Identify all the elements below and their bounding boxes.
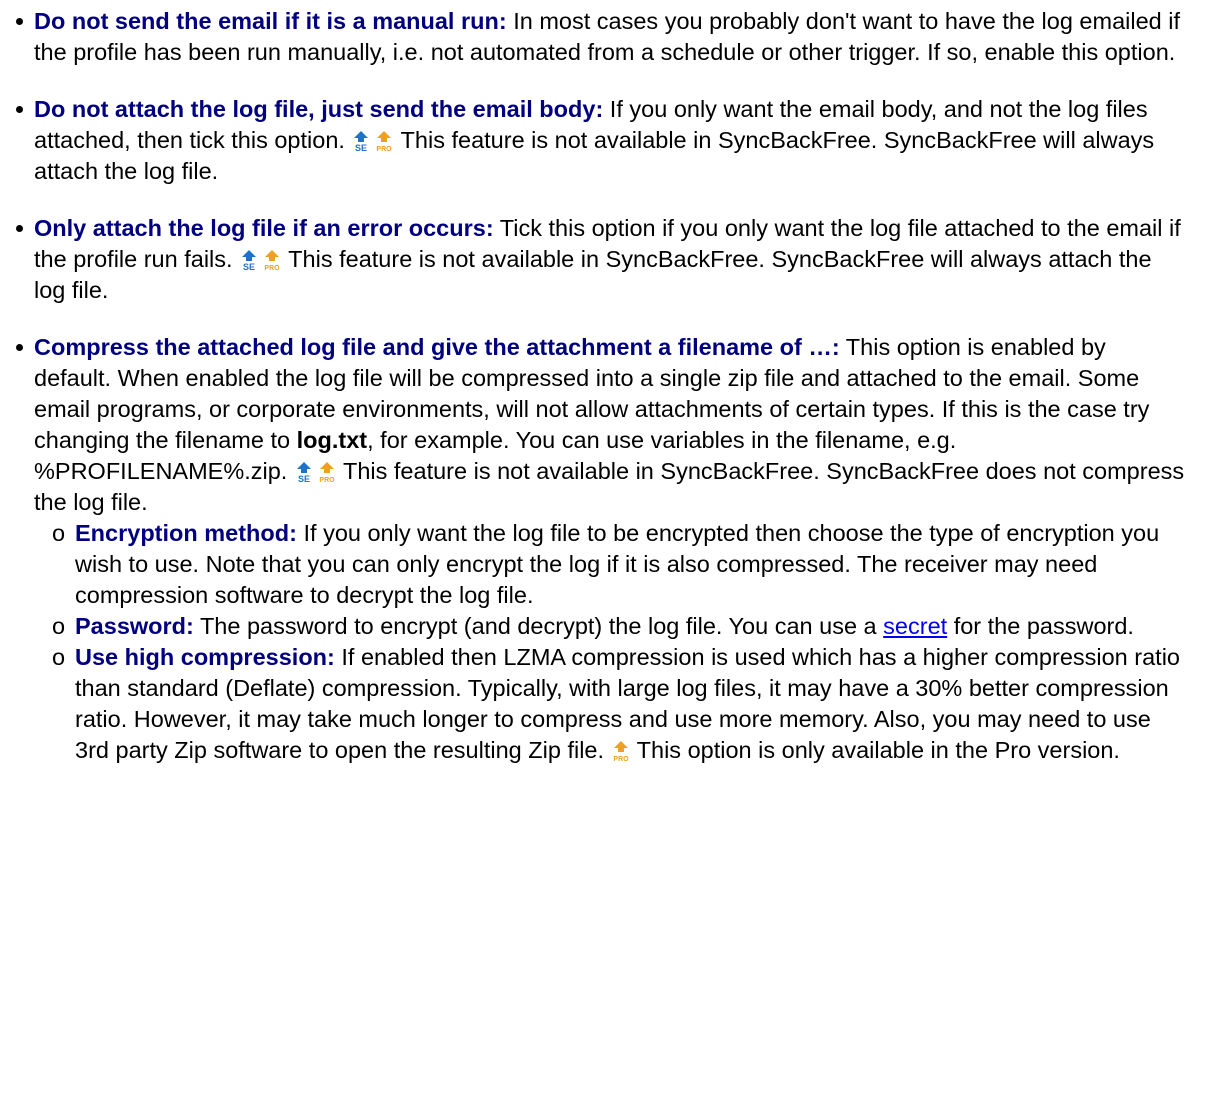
svg-text:SE: SE [243, 262, 255, 271]
svg-text:PRO: PRO [264, 265, 280, 271]
option-term: Only attach the log file if an error occ… [34, 215, 494, 241]
list-item: Only attach the log file if an error occ… [16, 213, 1187, 306]
sub-list-item: o Encryption method: If you only want th… [34, 518, 1187, 611]
syncback-pro-icon: PRO [317, 461, 337, 483]
svg-text:SE: SE [298, 474, 310, 483]
svg-text:PRO: PRO [377, 146, 393, 152]
svg-text:PRO: PRO [319, 477, 335, 483]
syncback-pro-icon: PRO [611, 740, 631, 762]
syncback-se-icon: SE [239, 249, 259, 271]
svg-text:PRO: PRO [613, 756, 629, 762]
sub-option-description-tail: This option is only available in the Pro… [630, 737, 1120, 763]
syncback-pro-icon: PRO [374, 130, 394, 152]
sub-option-description-tail: for the password. [947, 613, 1134, 639]
option-list: Do not send the email if it is a manual … [16, 6, 1187, 766]
sub-option-term: Use high compression: [75, 644, 335, 670]
list-item: Do not send the email if it is a manual … [16, 6, 1187, 68]
syncback-pro-icon: PRO [262, 249, 282, 271]
filename-example: log.txt [296, 427, 368, 453]
sub-option-list: o Encryption method: If you only want th… [34, 518, 1187, 766]
bullet [16, 6, 34, 37]
syncback-se-icon: SE [294, 461, 314, 483]
secret-link[interactable]: secret [883, 613, 947, 639]
sub-option-term: Password: [75, 613, 194, 639]
option-term: Do not send the email if it is a manual … [34, 8, 507, 34]
svg-text:SE: SE [355, 143, 367, 152]
option-term: Do not attach the log file, just send th… [34, 96, 604, 122]
list-item: Compress the attached log file and give … [16, 332, 1187, 766]
sub-bullet: o [52, 520, 66, 546]
sub-bullet: o [52, 644, 66, 670]
sub-list-item: o Use high compression: If enabled then … [34, 642, 1187, 766]
sub-list-item: o Password: The password to encrypt (and… [34, 611, 1187, 642]
syncback-se-icon: SE [351, 130, 371, 152]
sub-option-term: Encryption method: [75, 520, 297, 546]
option-term: Compress the attached log file and give … [34, 334, 840, 360]
sub-bullet: o [52, 613, 66, 639]
bullet [16, 213, 34, 244]
sub-option-description: The password to encrypt (and decrypt) th… [193, 613, 884, 639]
help-page: Do not send the email if it is a manual … [0, 0, 1227, 766]
list-item: Do not attach the log file, just send th… [16, 94, 1187, 187]
bullet [16, 332, 34, 363]
bullet [16, 94, 34, 125]
